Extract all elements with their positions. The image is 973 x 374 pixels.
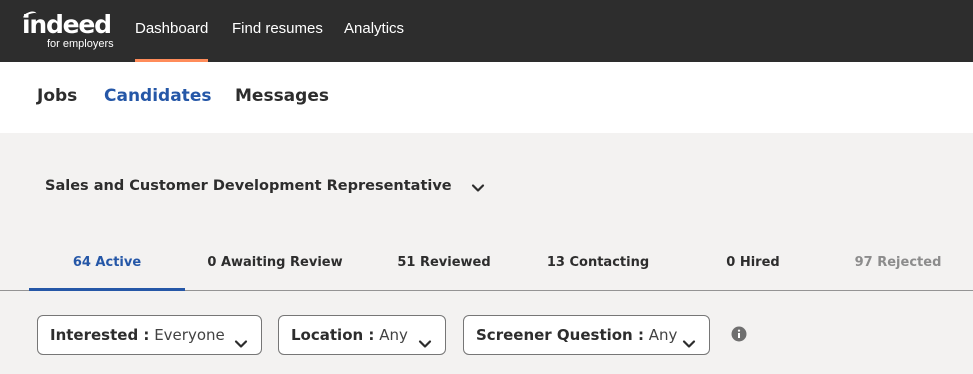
chevron-down-icon — [233, 328, 249, 348]
tab-reviewed[interactable]: 51 Reviewed — [366, 240, 522, 290]
sub-nav-candidates[interactable]: Candidates — [104, 85, 211, 107]
location-filter-dropdown[interactable]: Location : Any — [278, 315, 446, 355]
chevron-down-icon — [681, 328, 697, 348]
top-nav-dashboard[interactable]: Dashboard — [135, 0, 209, 62]
top-bar: indeed for employers Dashboard Find resu… — [0, 0, 973, 62]
indeed-logo[interactable]: indeed for employers — [22, 9, 122, 52]
tab-rejected[interactable]: 97 Rejected — [820, 240, 973, 290]
chevron-down-icon[interactable] — [470, 180, 486, 196]
filter-value: Any — [648, 326, 678, 344]
screener-question-filter-dropdown[interactable]: Screener Question : Any — [463, 315, 710, 355]
filter-value: Everyone — [154, 326, 225, 344]
logo-subtext: for employers — [47, 38, 114, 50]
tab-contacting[interactable]: 13 Contacting — [520, 240, 676, 290]
filter-label: Location : — [291, 326, 375, 344]
filter-value: Any — [379, 326, 408, 344]
top-nav-analytics[interactable]: Analytics — [344, 0, 404, 62]
sub-nav-jobs[interactable]: Jobs — [37, 85, 77, 107]
filter-label: Screener Question : — [476, 326, 644, 344]
logo-text: indeed — [22, 10, 112, 39]
sub-nav-messages[interactable]: Messages — [235, 85, 329, 107]
secondary-nav: Jobs Candidates Messages — [0, 62, 973, 133]
filter-label: Interested : — [50, 326, 150, 344]
tab-active[interactable]: 64 Active — [29, 240, 185, 291]
status-tabs: 64 Active 0 Awaiting Review 51 Reviewed … — [0, 240, 973, 291]
tab-awaiting-review[interactable]: 0 Awaiting Review — [197, 240, 353, 290]
tab-hired[interactable]: 0 Hired — [675, 240, 831, 290]
info-icon[interactable] — [731, 326, 747, 342]
top-nav-find-resumes[interactable]: Find resumes — [232, 0, 323, 62]
interested-filter-dropdown[interactable]: Interested : Everyone — [37, 315, 262, 355]
job-selector-title[interactable]: Sales and Customer Development Represent… — [45, 176, 452, 196]
chevron-down-icon — [417, 328, 433, 348]
